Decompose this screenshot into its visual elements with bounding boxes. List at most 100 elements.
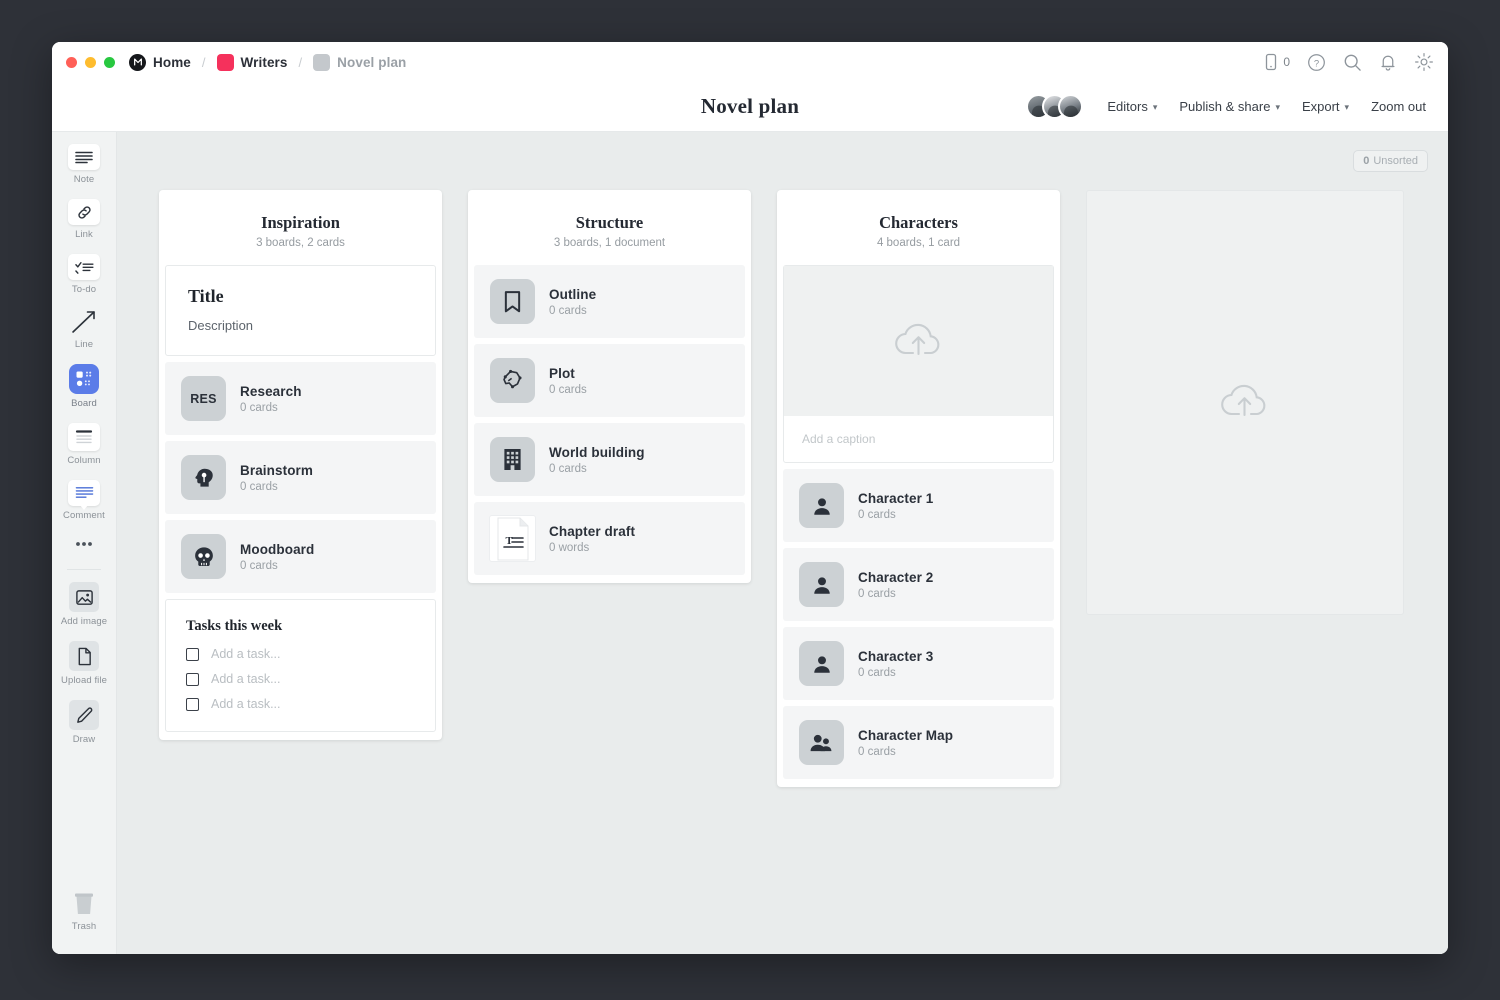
board-row-brainstorm[interactable]: Brainstorm 0 cards (165, 441, 436, 514)
todo-item[interactable]: Add a task... (186, 672, 415, 686)
board-row-character-2[interactable]: Character 2 0 cards (783, 548, 1054, 621)
board-row-character-3[interactable]: Character 3 0 cards (783, 627, 1054, 700)
board-row-world-building[interactable]: World building 0 cards (474, 423, 745, 496)
search-icon[interactable] (1343, 53, 1362, 72)
todo-placeholder: Add a task... (211, 697, 280, 711)
column-structure[interactable]: Structure 3 boards, 1 document Outline 0… (468, 190, 751, 583)
minimize-window-button[interactable] (85, 57, 96, 68)
help-icon[interactable]: ? (1307, 53, 1326, 72)
row-title: Plot (549, 366, 587, 381)
image-card[interactable]: Add a caption (783, 265, 1054, 463)
header-bar: Novel plan Editors ▾ Publish & share ▾ E… (52, 82, 1448, 132)
mobile-icon[interactable]: 0 (1264, 53, 1290, 71)
row-title: Research (240, 384, 302, 399)
breadcrumb-item-novel-plan[interactable]: Novel plan (313, 54, 406, 71)
tool-link[interactable]: Link (52, 199, 116, 240)
board: Inspiration 3 boards, 2 cards Title Desc… (159, 190, 1404, 787)
person-icon (799, 562, 844, 607)
window-controls (66, 57, 115, 68)
row-subtitle: 0 cards (858, 588, 933, 600)
tool-board[interactable]: Board (52, 364, 116, 409)
more-dots-icon (68, 531, 100, 557)
row-subtitle: 0 cards (549, 305, 596, 317)
bell-icon[interactable] (1379, 53, 1397, 72)
breadcrumb-label-novel-plan: Novel plan (337, 55, 406, 70)
row-title: Character Map (858, 728, 953, 743)
board-row-outline[interactable]: Outline 0 cards (474, 265, 745, 338)
app-window: Home / Writers / Novel plan 0 ? (52, 42, 1448, 954)
tool-label-line: Line (75, 339, 93, 350)
board-row-character-map[interactable]: Character Map 0 cards (783, 706, 1054, 779)
gear-icon[interactable] (1414, 52, 1434, 72)
tool-trash[interactable]: Trash (52, 891, 116, 932)
breadcrumb-separator: / (202, 55, 206, 70)
row-title: Brainstorm (240, 463, 313, 478)
breadcrumb-separator: / (299, 55, 303, 70)
column-inspiration[interactable]: Inspiration 3 boards, 2 cards Title Desc… (159, 190, 442, 740)
tool-more[interactable] (52, 531, 116, 561)
unsorted-label: Unsorted (1373, 155, 1418, 167)
column-header: Inspiration 3 boards, 2 cards (165, 196, 436, 265)
canvas[interactable]: 0 Unsorted Inspiration 3 boards, 2 cards… (117, 132, 1448, 954)
breadcrumb-item-writers[interactable]: Writers (217, 54, 288, 71)
tool-line[interactable]: Line (52, 309, 116, 350)
board-row-research[interactable]: RES Research 0 cards (165, 362, 436, 435)
export-button[interactable]: Export ▾ (1302, 99, 1349, 114)
grey-square-icon (313, 54, 330, 71)
image-dropzone[interactable] (784, 266, 1053, 416)
zoom-out-button[interactable]: Zoom out (1371, 99, 1426, 114)
chevron-down-icon: ▾ (1275, 102, 1280, 113)
publish-share-button[interactable]: Publish & share ▾ (1179, 99, 1280, 114)
close-window-button[interactable] (66, 57, 77, 68)
badge-text: RES (190, 392, 217, 406)
tool-note[interactable]: Note (52, 144, 116, 185)
column-title: Inspiration (165, 213, 436, 233)
unsorted-badge[interactable]: 0 Unsorted (1353, 150, 1428, 172)
tool-column[interactable]: Column (52, 423, 116, 466)
person-icon (799, 641, 844, 686)
tool-label-upload-file: Upload file (61, 675, 107, 686)
tool-comment[interactable]: Comment (52, 480, 116, 521)
building-icon (490, 437, 535, 482)
image-caption-input[interactable]: Add a caption (784, 416, 1053, 462)
row-title: Character 2 (858, 570, 933, 585)
board-row-moodboard[interactable]: Moodboard 0 cards (165, 520, 436, 593)
checkbox[interactable] (186, 698, 199, 711)
tool-upload-file[interactable]: Upload file (52, 641, 116, 686)
column-characters[interactable]: Characters 4 boards, 1 card Add a captio… (777, 190, 1060, 787)
column-title: Structure (474, 213, 745, 233)
note-card-title: Title (188, 286, 413, 307)
row-subtitle: 0 cards (240, 560, 314, 572)
row-subtitle: 0 cards (549, 384, 587, 396)
tool-draw[interactable]: Draw (52, 700, 116, 745)
tool-todo[interactable]: To-do (52, 254, 116, 295)
todo-item[interactable]: Add a task... (186, 647, 415, 661)
image-icon (69, 582, 99, 612)
unsorted-count: 0 (1363, 155, 1369, 167)
note-card[interactable]: Title Description (165, 265, 436, 356)
tool-label-trash: Trash (72, 921, 96, 932)
editors-avatar-group[interactable] (1026, 94, 1083, 119)
row-subtitle: 0 cards (549, 463, 645, 475)
tool-add-image[interactable]: Add image (52, 582, 116, 627)
empty-image-placeholder[interactable] (1086, 190, 1404, 615)
row-subtitle: 0 cards (858, 746, 953, 758)
cloud-upload-icon (1217, 378, 1273, 427)
todo-card[interactable]: Tasks this week Add a task... Add a task… (165, 599, 436, 732)
pink-square-icon (217, 54, 234, 71)
checkbox[interactable] (186, 673, 199, 686)
skull-icon (181, 534, 226, 579)
board-row-plot[interactable]: Plot 0 cards (474, 344, 745, 417)
board-row-character-1[interactable]: Character 1 0 cards (783, 469, 1054, 542)
editors-button[interactable]: Editors ▾ (1107, 99, 1157, 114)
checkbox[interactable] (186, 648, 199, 661)
row-title: Chapter draft (549, 524, 635, 539)
mobile-count: 0 (1283, 55, 1290, 69)
board-row-chapter-draft[interactable]: T Chapter draft 0 words (474, 502, 745, 575)
todo-item[interactable]: Add a task... (186, 697, 415, 711)
maximize-window-button[interactable] (104, 57, 115, 68)
breadcrumb-item-home[interactable]: Home (129, 54, 191, 71)
chevron-down-icon: ▾ (1153, 102, 1158, 113)
todo-icon (68, 254, 100, 280)
toolbar-spacer (52, 755, 116, 891)
